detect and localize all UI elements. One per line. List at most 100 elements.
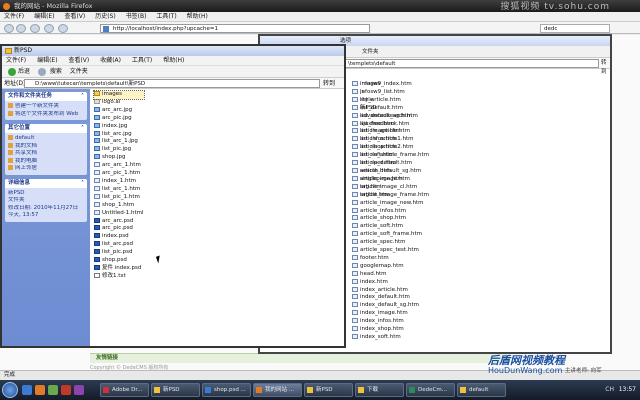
file-item[interactable]: taglist.htm	[352, 191, 412, 200]
taskbar-button[interactable]: 新PSD	[304, 383, 353, 397]
file-item[interactable]: list_arc.jpg	[94, 130, 144, 139]
sidebar-link[interactable]: 网上邻居	[8, 165, 84, 173]
file-item[interactable]: list_arc_1.jpg	[94, 138, 144, 146]
menu-tools[interactable]: 工具(T)	[132, 57, 152, 64]
file-item[interactable]: arc_pic.jpg	[94, 114, 144, 123]
file-item[interactable]: list_pic_1.htm	[94, 193, 144, 202]
file-item[interactable]: list_spec.htm	[352, 160, 412, 168]
file-item[interactable]: index.psd	[94, 233, 144, 241]
taskbar-button[interactable]: 我的网站 ...	[253, 383, 302, 397]
file-item[interactable]: googlemap.htm	[352, 262, 429, 271]
url-bar[interactable]: http://localhost/index.php?upcache=1	[100, 24, 370, 33]
file-item[interactable]: list_arc.psd	[94, 241, 144, 249]
taskbar-button[interactable]: shop.psd ...	[202, 383, 251, 397]
file-item[interactable]: arc_arc.psd	[94, 217, 144, 226]
file-item[interactable]: index.jpg	[94, 122, 144, 131]
file-item[interactable]: arc_pic.psd	[94, 225, 144, 233]
quicklaunch-app2-icon[interactable]	[74, 385, 84, 395]
file-item[interactable]: 复件 index.psd	[94, 264, 144, 273]
start-button[interactable]	[2, 382, 18, 398]
sidebar-link[interactable]: 创建一个新文件夹	[8, 103, 84, 111]
file-item[interactable]: index_default_sg.htm	[352, 302, 429, 310]
file-item[interactable]: images	[93, 90, 145, 100]
file-item[interactable]: singlepage.htm	[352, 175, 412, 184]
menu-file[interactable]: 文件(F)	[6, 57, 26, 64]
file-item[interactable]: article_soft.htm	[352, 223, 429, 231]
ff-menu-history[interactable]: 历史(S)	[95, 13, 116, 20]
sidebar-link[interactable]: 我的文档	[8, 142, 84, 151]
sidebar-link[interactable]: default	[8, 135, 84, 143]
address-input[interactable]: D:\www\tutecan\templets\default\新PSD	[24, 79, 320, 88]
file-item[interactable]: list_shop.htm	[352, 144, 412, 152]
file-item[interactable]: search.htm	[352, 167, 412, 176]
taskbar-button[interactable]: 新PSD	[151, 383, 200, 397]
quicklaunch-ie-icon[interactable]	[22, 385, 32, 395]
file-item[interactable]: list_article.htm	[352, 96, 412, 105]
file-item[interactable]: index_article.htm	[352, 286, 429, 295]
file-item[interactable]: article_shop.htm	[352, 215, 429, 223]
quicklaunch-desktop-icon[interactable]	[48, 385, 58, 395]
file-item[interactable]: article_spec.htm	[352, 239, 429, 247]
file-item[interactable]: arc_pic_1.htm	[94, 170, 144, 178]
file-item[interactable]: list_arc_1.htm	[94, 185, 144, 194]
ff-menu-file[interactable]: 文件(F)	[4, 13, 24, 20]
file-item[interactable]: list_image.htm	[352, 128, 412, 136]
sidebar-link[interactable]: 将这个文件夹发布到 Web	[8, 110, 84, 119]
ff-menu-edit[interactable]: 编辑(E)	[34, 13, 54, 20]
file-item[interactable]: shop.psd	[94, 257, 144, 265]
file-item[interactable]: index.htm	[352, 278, 429, 287]
file-item[interactable]: shop.jpg	[94, 154, 144, 162]
menu-view[interactable]: 查看(V)	[68, 57, 89, 64]
file-item[interactable]: list_free.htm	[352, 120, 412, 129]
file-item[interactable]: list_soft.htm	[352, 152, 412, 160]
file-item[interactable]: head.htm	[352, 270, 429, 279]
file-item[interactable]: article_image_new.htm	[352, 199, 429, 208]
ff-menu-help[interactable]: 帮助(H)	[187, 13, 208, 20]
file-item[interactable]: footer.htm	[352, 254, 429, 263]
reload-icon[interactable]	[30, 24, 40, 33]
menu-help[interactable]: 帮助(H)	[163, 57, 184, 64]
forward-icon[interactable]	[16, 24, 26, 33]
file-item[interactable]: infosw9_list.htm	[352, 88, 412, 97]
file-item[interactable]: index_shop.htm	[352, 326, 429, 334]
file-item[interactable]: shop_1.htm	[94, 201, 144, 210]
menu-favorites[interactable]: 收藏(A)	[100, 57, 121, 64]
clock[interactable]: 13:57	[619, 386, 636, 393]
file-item[interactable]: infosw9_index.htm	[352, 81, 412, 89]
forward-arrow-icon[interactable]	[37, 67, 46, 76]
tray-language[interactable]: CH	[605, 386, 614, 393]
file-item[interactable]: article_soft_frame.htm	[352, 231, 429, 239]
file-item[interactable]: list_default.htm	[352, 104, 412, 113]
file-item[interactable]: logo.ai	[94, 98, 144, 107]
sidebar-link[interactable]: 我的电脑	[8, 157, 84, 166]
file-item[interactable]: arc_arc_1.htm	[94, 162, 144, 170]
folders-toggle-button[interactable]: 文件夹	[70, 68, 88, 75]
go-button[interactable]: 转到	[323, 79, 335, 88]
ff-menu-tools[interactable]: 工具(T)	[156, 13, 176, 20]
sidebar-panel-title[interactable]: 文件和文件夹任务 ˄	[5, 92, 87, 101]
folders-button[interactable]: 文件夹	[362, 49, 379, 55]
taskbar-button[interactable]: Adobe Dr...	[100, 383, 149, 397]
file-item[interactable]: index_image.htm	[352, 310, 429, 318]
file-item[interactable]: index_default.htm	[352, 294, 429, 302]
back-button[interactable]: 后退	[18, 68, 30, 75]
sidebar-panel-title[interactable]: 详细信息 ˄	[5, 178, 87, 188]
sidebar-link[interactable]: 共享文档	[8, 150, 84, 158]
file-item[interactable]: article_infos.htm	[352, 207, 429, 216]
chevron-up-icon[interactable]: ˄	[81, 179, 84, 188]
file-item[interactable]: index_infos.htm	[352, 318, 429, 326]
file-item[interactable]: Untitled-1.html	[94, 209, 144, 218]
back-icon[interactable]	[4, 24, 14, 33]
file-item[interactable]: index_1.htm	[94, 177, 144, 186]
file-item[interactable]: 修改1.txt	[94, 272, 144, 281]
search-box[interactable]: dedc	[540, 24, 610, 33]
search-button[interactable]: 搜索	[50, 68, 62, 75]
taskbar-button[interactable]: 下载	[355, 383, 404, 397]
taskbar-button[interactable]: DedeCm...	[406, 383, 455, 397]
chevron-up-icon[interactable]: ˄	[81, 124, 84, 133]
ff-menu-bookmarks[interactable]: 书签(B)	[126, 13, 147, 20]
home-icon[interactable]	[58, 24, 68, 33]
chevron-up-icon[interactable]: ˄	[81, 92, 84, 101]
go-button[interactable]: 转到	[601, 59, 610, 77]
ff-menu-view[interactable]: 查看(V)	[64, 13, 85, 20]
